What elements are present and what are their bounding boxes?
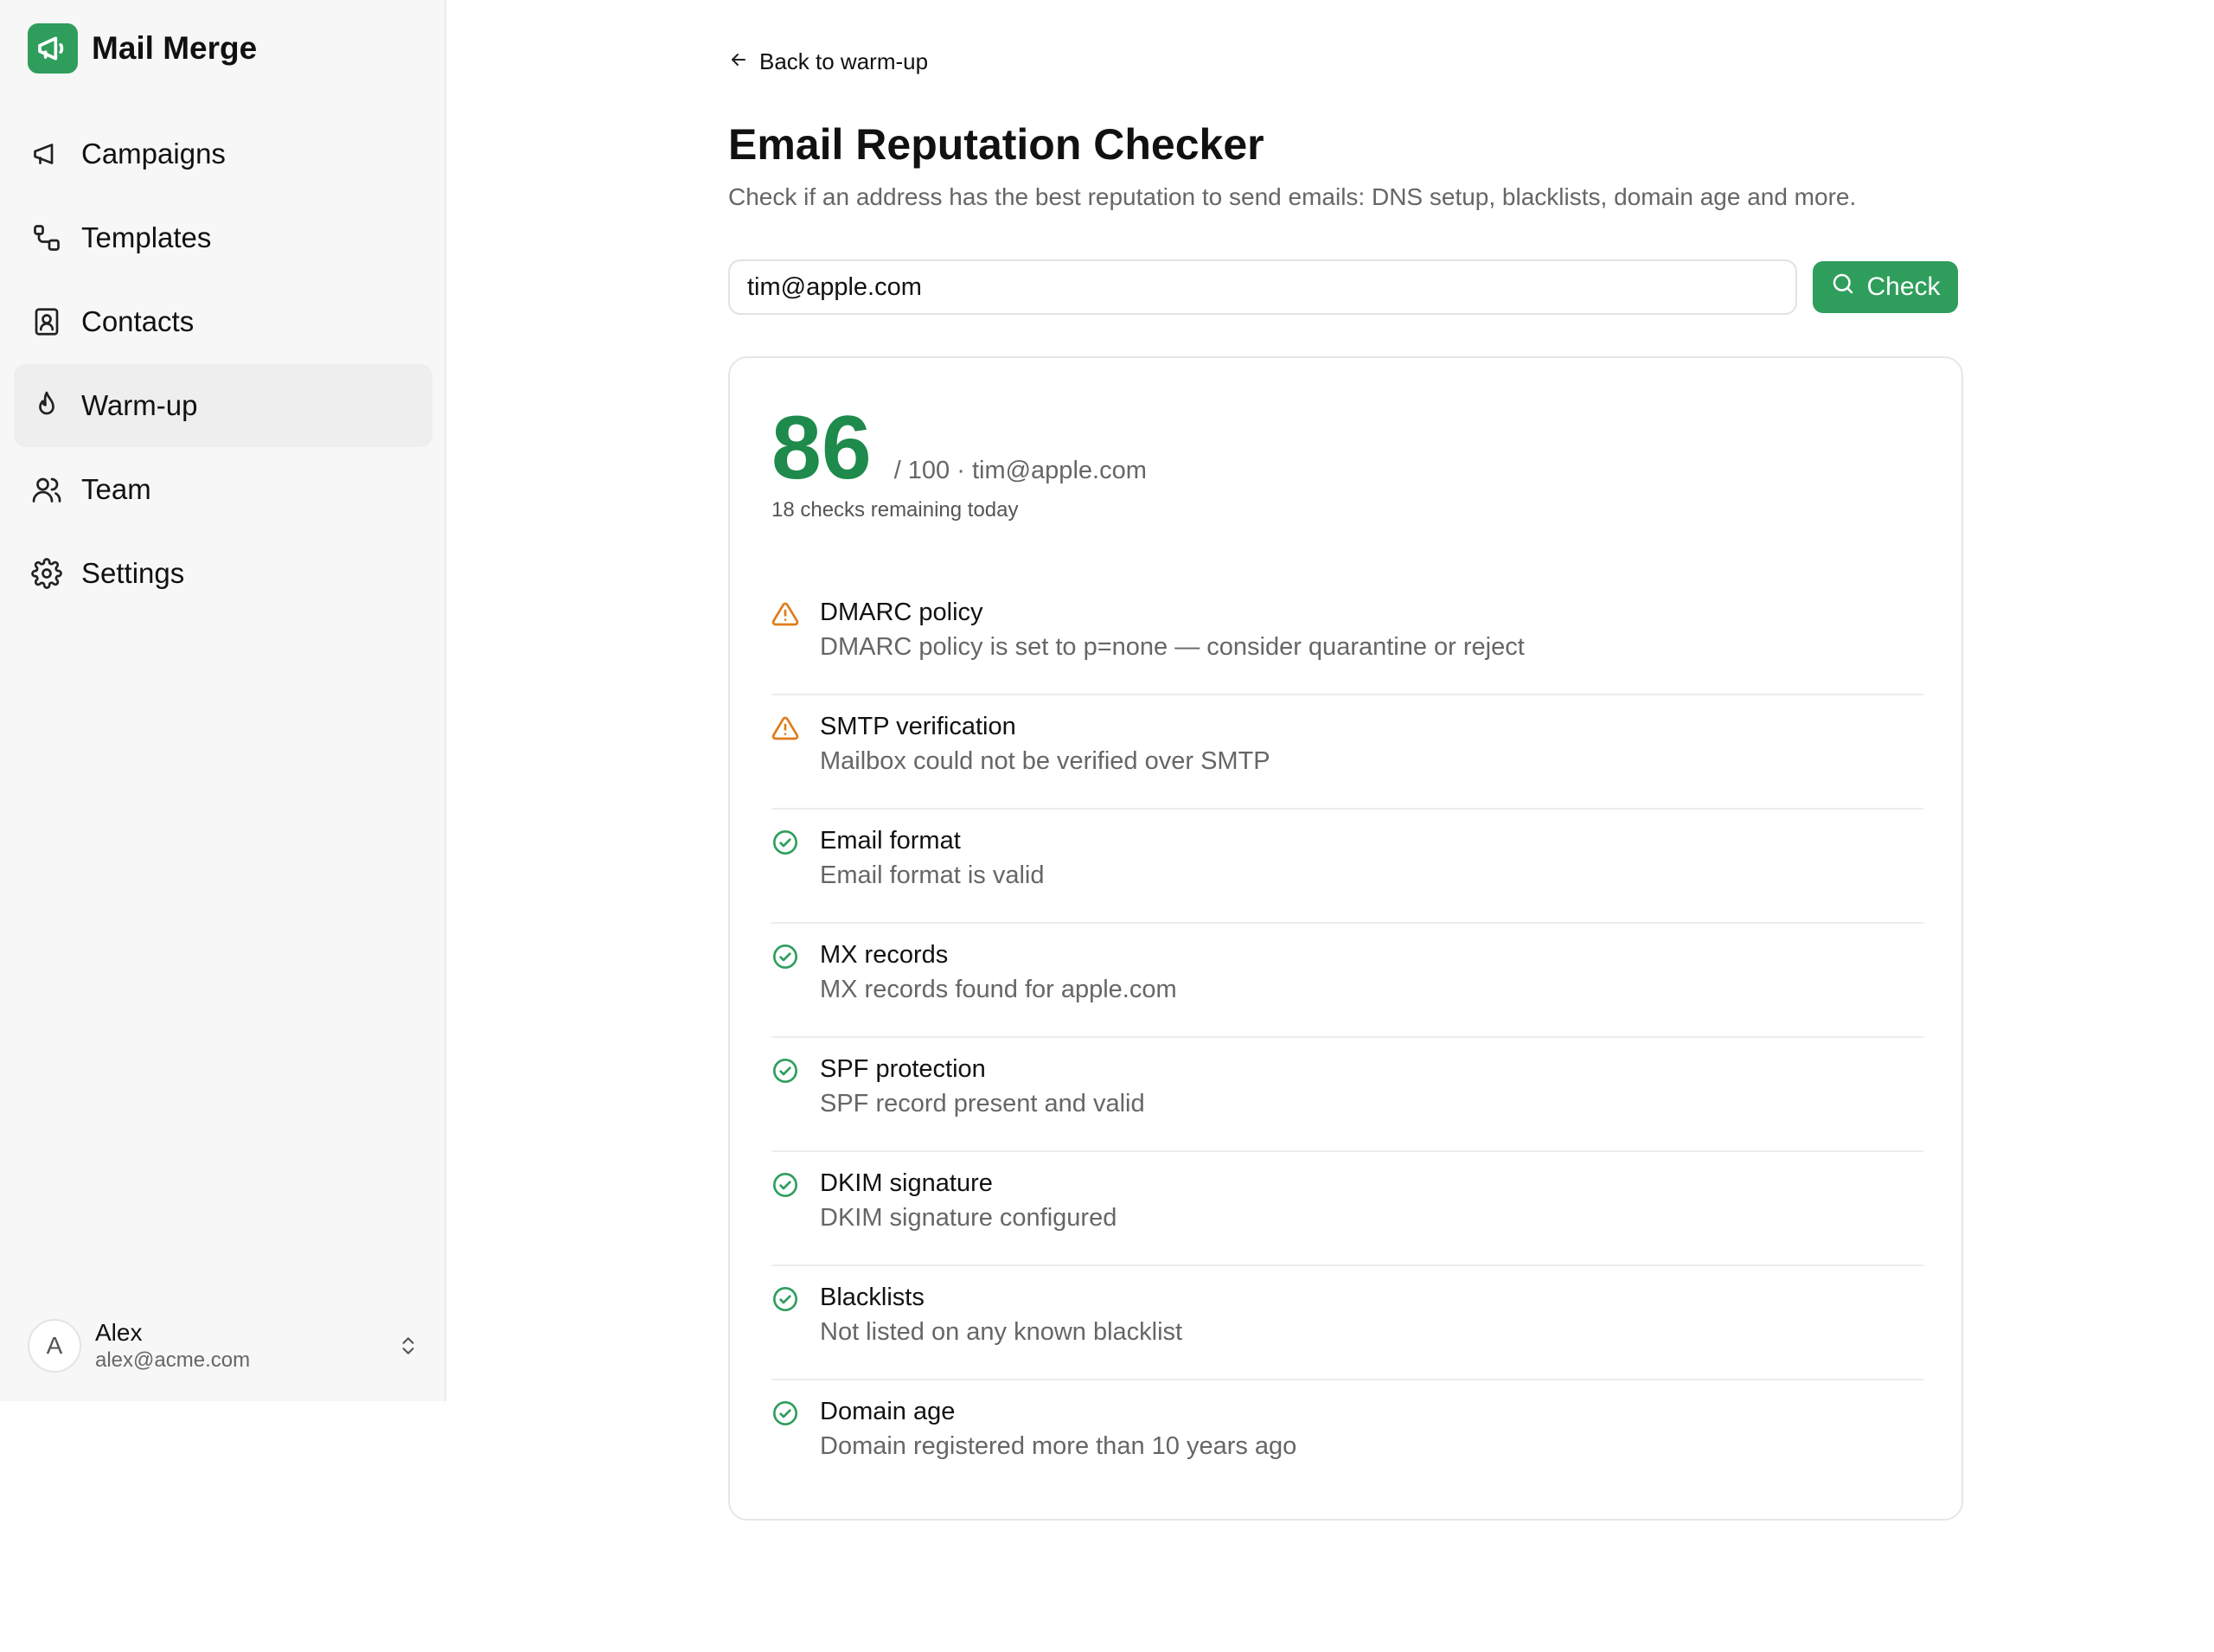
back-link[interactable]: Back to warm-up	[728, 48, 928, 75]
email-input[interactable]	[728, 259, 1797, 315]
warning-icon	[771, 600, 799, 628]
templates-icon	[29, 221, 64, 255]
sidebar-item-team[interactable]: Team	[14, 448, 432, 531]
megaphone-icon	[29, 137, 64, 171]
team-icon	[29, 472, 64, 507]
avatar: A	[28, 1319, 81, 1373]
flame-icon	[29, 388, 64, 423]
check-circle-icon	[771, 1399, 799, 1427]
user-info: Alex alex@acme.com	[95, 1318, 250, 1373]
warning-icon	[771, 714, 799, 742]
check-item: Domain age Domain registered more than 1…	[771, 1380, 1923, 1495]
check-name: MX records	[820, 941, 949, 969]
user-email: alex@acme.com	[95, 1348, 251, 1372]
brand[interactable]: Mail Merge	[28, 22, 257, 74]
sidebar-item-label: Templates	[81, 221, 212, 253]
check-name: SPF protection	[820, 1055, 986, 1083]
search-icon	[1830, 271, 1856, 304]
check-name: DKIM signature	[820, 1169, 993, 1197]
user-name: Alex	[95, 1319, 143, 1346]
sidebar-item-templates[interactable]: Templates	[14, 196, 432, 279]
sidebar-item-label: Campaigns	[81, 138, 226, 170]
sidebar-item-label: Warm-up	[81, 389, 198, 421]
user-menu[interactable]: A Alex alex@acme.com	[28, 1315, 426, 1377]
check-detail: Not listed on any known blacklist	[820, 1318, 1183, 1346]
check-detail: DMARC policy is set to p=none — consider…	[820, 633, 1525, 661]
sidebar-item-label: Team	[81, 473, 151, 505]
sidebar-item-contacts[interactable]: Contacts	[14, 280, 432, 363]
arrow-left-icon	[728, 49, 749, 74]
sidebar-item-label: Contacts	[81, 305, 195, 337]
score-row: 86 / 100 · tim@apple.com	[771, 396, 1147, 500]
check-name: Domain age	[820, 1398, 956, 1425]
check-detail: Domain registered more than 10 years ago	[820, 1432, 1297, 1460]
sidebar-item-label: Settings	[81, 557, 185, 589]
check-item: Blacklists Not listed on any known black…	[771, 1266, 1923, 1380]
check-detail: DKIM signature configured	[820, 1204, 1117, 1232]
page-title: Email Reputation Checker	[728, 120, 1264, 169]
check-button[interactable]: Check	[1813, 261, 1958, 313]
check-circle-icon	[771, 1057, 799, 1085]
check-circle-icon	[771, 943, 799, 970]
checks-remaining: 18 checks remaining today	[771, 498, 1019, 522]
check-button-label: Check	[1866, 272, 1941, 301]
check-name: Blacklists	[820, 1284, 925, 1311]
check-detail: Email format is valid	[820, 861, 1045, 889]
brand-logo-icon	[28, 23, 78, 74]
score-meta: / 100 · tim@apple.com	[893, 457, 1147, 484]
brand-name: Mail Merge	[92, 30, 258, 66]
check-circle-icon	[771, 1171, 799, 1199]
sidebar-item-warm-up[interactable]: Warm-up	[14, 364, 432, 447]
sidebar-item-settings[interactable]: Settings	[14, 532, 432, 615]
check-detail: Mailbox could not be verified over SMTP	[820, 747, 1270, 775]
checks-list: DMARC policy DMARC policy is set to p=no…	[771, 581, 1923, 1495]
sidebar-nav: Campaigns Templates Contacts Warm-up Tea…	[14, 112, 432, 616]
check-item: DKIM signature DKIM signature configured	[771, 1152, 1923, 1266]
check-item: Email format Email format is valid	[771, 810, 1923, 924]
check-circle-icon	[771, 829, 799, 856]
check-detail: SPF record present and valid	[820, 1090, 1145, 1117]
check-item: SMTP verification Mailbox could not be v…	[771, 695, 1923, 810]
score-value: 86	[771, 398, 872, 498]
check-circle-icon	[771, 1285, 799, 1313]
contacts-icon	[29, 304, 64, 339]
chevron-up-down-icon[interactable]	[391, 1329, 426, 1363]
check-item: DMARC policy DMARC policy is set to p=no…	[771, 581, 1923, 695]
back-link-label: Back to warm-up	[759, 48, 929, 74]
result-card: 86 / 100 · tim@apple.com 18 checks remai…	[728, 356, 1963, 1521]
page-subtitle: Check if an address has the best reputat…	[728, 183, 1857, 210]
check-name: SMTP verification	[820, 713, 1016, 740]
sidebar: Mail Merge Campaigns Templates Contacts …	[0, 0, 446, 1401]
gear-icon	[29, 556, 64, 591]
check-detail: MX records found for apple.com	[820, 976, 1177, 1003]
check-item: SPF protection SPF record present and va…	[771, 1038, 1923, 1152]
check-item: MX records MX records found for apple.co…	[771, 924, 1923, 1038]
check-name: DMARC policy	[820, 599, 983, 626]
sidebar-item-campaigns[interactable]: Campaigns	[14, 112, 432, 195]
check-name: Email format	[820, 827, 961, 855]
